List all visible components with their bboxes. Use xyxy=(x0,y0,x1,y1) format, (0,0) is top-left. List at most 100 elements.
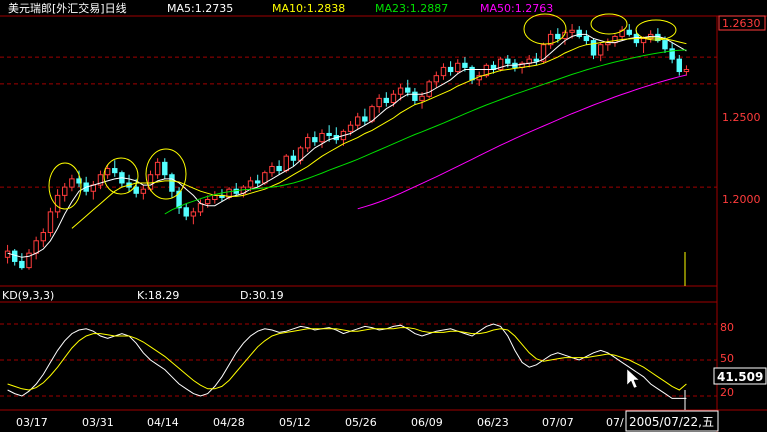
kd-tick-label: 80 xyxy=(720,321,734,334)
candle-up xyxy=(47,207,54,237)
kd-d-value: D:30.19 xyxy=(240,289,284,302)
candle-body xyxy=(204,199,211,205)
candle-down xyxy=(112,160,118,177)
date-tick-label: 05/26 xyxy=(345,416,377,429)
candle-body xyxy=(597,44,604,56)
candle-body xyxy=(290,155,297,161)
candle-down xyxy=(533,52,540,66)
candle-up xyxy=(355,112,361,130)
candle-body xyxy=(347,124,354,132)
price-tick-label: 1.2000 xyxy=(722,193,761,206)
candle-up xyxy=(62,182,68,202)
ma50-label: MA50:1.2763 xyxy=(480,2,553,15)
candle-down xyxy=(312,131,318,146)
candle-down xyxy=(362,108,368,126)
ma10-label: MA10:1.2838 xyxy=(272,2,345,15)
candle-body xyxy=(319,132,325,143)
ma23-label: MA23:1.2887 xyxy=(375,2,448,15)
kd-current-value: 41.509 xyxy=(717,370,763,384)
candle-body xyxy=(405,87,411,93)
forex-chart[interactable]: 美元瑞郎[外汇交易]日线 MA5:1.2735 MA10:1.2838 MA23… xyxy=(0,0,767,432)
ma5-line xyxy=(7,33,687,258)
candle-body xyxy=(505,58,511,64)
date-tick-label: 06/09 xyxy=(411,416,443,429)
date-tick-label: 03/17 xyxy=(16,416,48,429)
candle-body xyxy=(419,95,425,101)
candle-up xyxy=(69,174,75,192)
candle-down xyxy=(19,253,25,270)
candle-up xyxy=(154,158,161,179)
candle-body xyxy=(555,33,561,40)
candle-body xyxy=(183,207,189,217)
candle-body xyxy=(33,240,39,254)
kd-tick-label: 20 xyxy=(720,386,734,399)
candle-up xyxy=(33,236,39,260)
candle-down xyxy=(669,42,675,64)
annotation-circle xyxy=(523,13,567,45)
date-tick-label: 04/28 xyxy=(213,416,245,429)
candle-down xyxy=(676,55,682,76)
price-tick-label: 1.2630 xyxy=(722,17,761,30)
ma10-line xyxy=(71,37,687,229)
candle-body xyxy=(212,194,218,201)
candle-down xyxy=(412,88,418,105)
candle-body xyxy=(104,168,111,176)
candle-down xyxy=(576,26,582,39)
price-tick-label: 1.2500 xyxy=(722,111,761,124)
date-tick-label: 05/12 xyxy=(279,416,311,429)
candle-body xyxy=(162,161,168,176)
candle-body xyxy=(433,75,440,83)
candle-body xyxy=(362,116,368,122)
kd-tick-label: 50 xyxy=(720,352,734,365)
candle-body xyxy=(376,97,382,108)
candle-up xyxy=(97,170,104,190)
date-tick-label: 04/14 xyxy=(147,416,179,429)
candle-down xyxy=(119,170,125,188)
candle-down xyxy=(254,174,261,188)
candle-body xyxy=(683,68,690,73)
candle-down xyxy=(83,176,89,196)
candle-up xyxy=(40,228,47,247)
ma5-label: MA5:1.2735 xyxy=(167,2,233,15)
candle-up xyxy=(269,162,275,177)
candle-down xyxy=(383,92,390,107)
candle-body xyxy=(640,38,647,44)
candle-up xyxy=(54,189,61,219)
date-tick-label: 03/31 xyxy=(82,416,114,429)
candle-body xyxy=(576,29,582,37)
candle-body xyxy=(583,35,590,42)
candle-body xyxy=(247,180,254,188)
candle-down xyxy=(290,149,297,167)
candle-down xyxy=(626,24,632,37)
date-tick-label: 06/23 xyxy=(477,416,509,429)
candle-body xyxy=(304,137,311,149)
candle-up xyxy=(440,63,447,80)
candle-body xyxy=(626,29,632,35)
date-tick-label: 07/ xyxy=(606,416,624,429)
candle-body xyxy=(140,188,147,194)
candle-up xyxy=(683,65,690,76)
candle-body xyxy=(369,106,375,122)
candle-body xyxy=(154,161,161,176)
candle-down xyxy=(590,38,597,60)
candle-down xyxy=(183,203,189,221)
candle-body xyxy=(254,180,261,184)
candle-body xyxy=(19,260,25,269)
ma23-line xyxy=(164,49,687,215)
candle-down xyxy=(233,182,239,196)
candle-down xyxy=(162,158,168,179)
candle-up xyxy=(497,57,504,72)
candle-body xyxy=(390,93,397,103)
candle-body xyxy=(12,250,18,262)
kd-label: KD(9,3,3) xyxy=(2,289,54,302)
candle-body xyxy=(190,211,197,217)
candle-body xyxy=(383,97,390,103)
candle-body xyxy=(54,194,61,213)
candle-body xyxy=(590,40,597,56)
candle-body xyxy=(312,137,318,143)
candle-body xyxy=(133,186,139,194)
candle-body xyxy=(326,132,332,137)
candle-body xyxy=(662,40,668,50)
mouse-pointer-icon xyxy=(626,368,640,389)
cursor-date: 2005/07/22,五 xyxy=(629,415,714,429)
